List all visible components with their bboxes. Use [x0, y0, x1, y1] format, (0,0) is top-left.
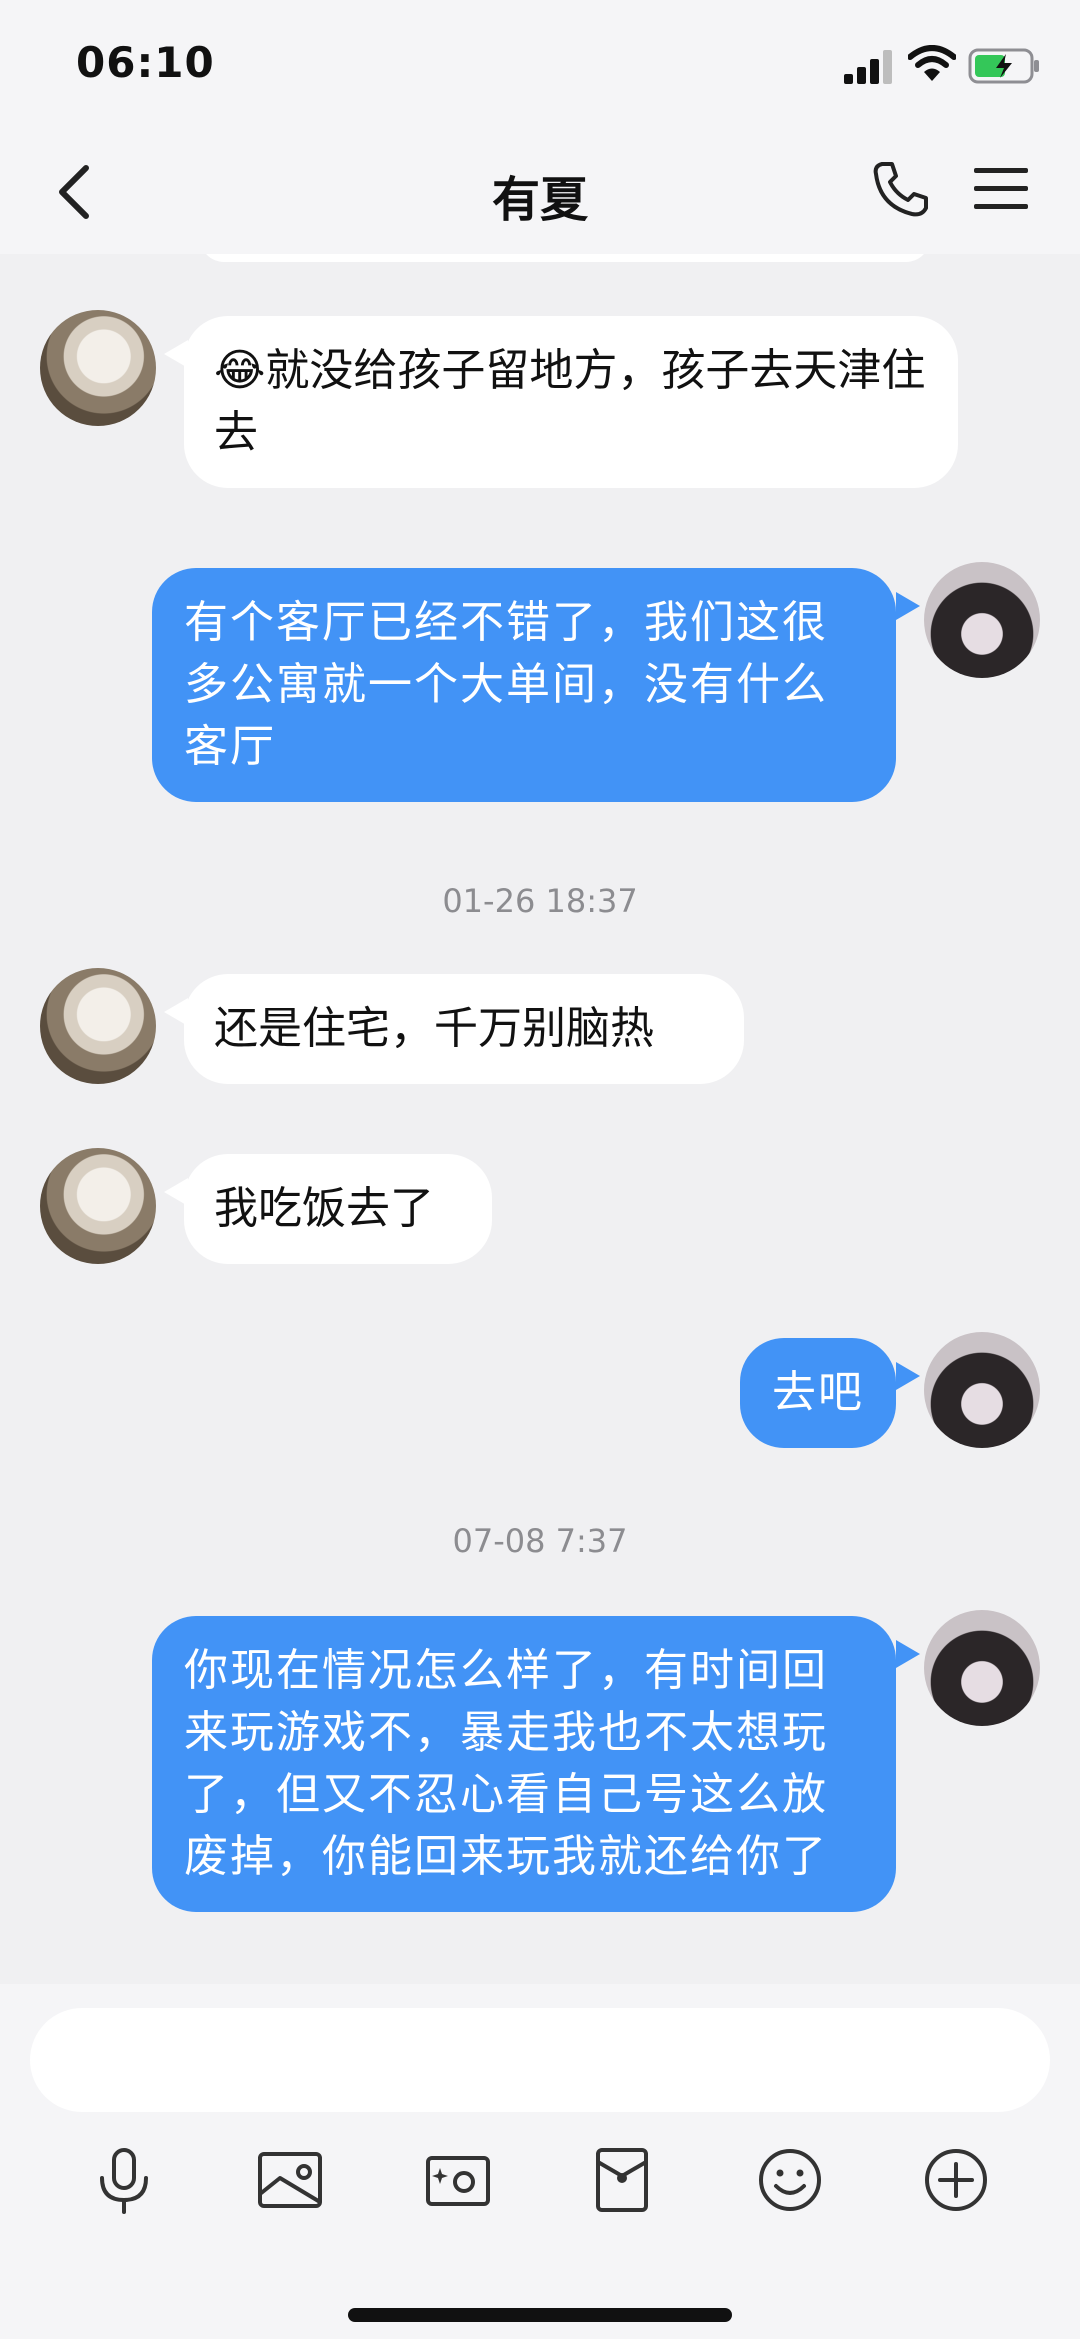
outgoing-message[interactable]: 去吧: [740, 1338, 896, 1448]
message-list[interactable]: 😂就没给孩子留地方，孩子去天津住去 有个客厅已经不错了，我们这很多公寓就一个大单…: [0, 254, 1080, 1984]
chat-screen: 06:10 有夏 😂就没给孩子留地方，孩子去天津住去 有个客厅已经不错了，我们这…: [0, 0, 1080, 2339]
battery-icon: [968, 48, 1039, 84]
contact-avatar[interactable]: [40, 968, 156, 1084]
signal-icon: [844, 50, 892, 84]
camera-icon[interactable]: [422, 2144, 494, 2216]
wifi-icon: [908, 45, 956, 81]
outgoing-message[interactable]: 你现在情况怎么样了，有时间回来玩游戏不，暴走我也不太想玩了，但又不忍心看自己号这…: [152, 1616, 896, 1912]
incoming-message[interactable]: 还是住宅，千万别脑热: [184, 974, 744, 1084]
red-envelope-icon[interactable]: [586, 2144, 658, 2216]
emoji-icon[interactable]: [754, 2144, 826, 2216]
message-timestamp: 01-26 18:37: [442, 882, 638, 920]
incoming-message[interactable]: 我吃饭去了: [184, 1154, 492, 1264]
status-bar: 06:10: [0, 0, 1080, 130]
my-avatar[interactable]: [924, 1332, 1040, 1448]
bubble-tail: [896, 592, 920, 620]
plus-icon[interactable]: [920, 2144, 992, 2216]
composer-panel: [0, 1984, 1080, 2339]
previous-message-bubble[interactable]: [200, 254, 930, 262]
navigation-bar: 有夏: [0, 130, 1080, 254]
phone-call-icon[interactable]: [870, 158, 932, 220]
message-input[interactable]: [30, 2008, 1050, 2112]
contact-avatar[interactable]: [40, 1148, 156, 1264]
bubble-tail: [896, 1640, 920, 1668]
image-icon[interactable]: [254, 2144, 326, 2216]
bubble-tail: [896, 1362, 920, 1390]
incoming-message[interactable]: 😂就没给孩子留地方，孩子去天津住去: [184, 316, 958, 488]
menu-icon[interactable]: [972, 164, 1030, 214]
message-timestamp: 07-08 7:37: [452, 1522, 628, 1560]
contact-avatar[interactable]: [40, 310, 156, 426]
home-indicator: [348, 2308, 732, 2322]
microphone-icon[interactable]: [88, 2144, 160, 2216]
outgoing-message[interactable]: 有个客厅已经不错了，我们这很多公寓就一个大单间，没有什么客厅: [152, 568, 896, 802]
status-time: 06:10: [76, 38, 215, 87]
my-avatar[interactable]: [924, 1610, 1040, 1726]
my-avatar[interactable]: [924, 562, 1040, 678]
